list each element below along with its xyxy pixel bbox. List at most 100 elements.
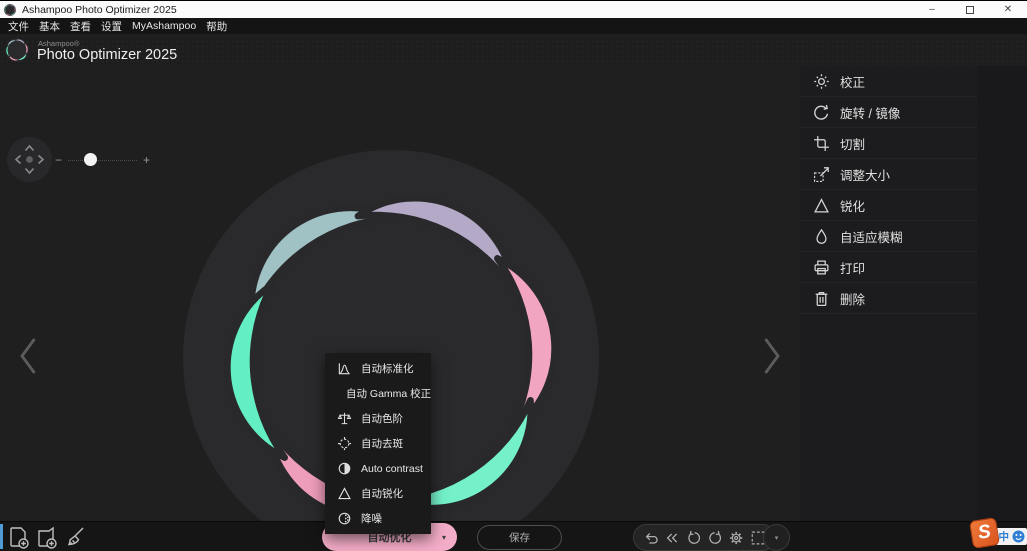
menu-item-auto-gamma[interactable]: 自动 Gamma 校正: [325, 381, 431, 406]
rotate-right-icon[interactable]: [707, 529, 723, 547]
pan-center-dot: [26, 156, 33, 163]
chevron-down-icon[interactable]: ▾: [442, 533, 446, 542]
rotate-mirror-icon: [813, 104, 830, 121]
sidebar-edge-panel: [977, 66, 1027, 521]
accent-bar: [0, 524, 3, 549]
menu-myashampoo[interactable]: MyAshampoo: [132, 20, 196, 32]
bottom-toolbar: 自动优化 ▾ 保存: [0, 521, 1027, 551]
menu-help[interactable]: 帮助: [206, 19, 227, 34]
sidebar-item-label: 旋转 / 镜像: [840, 103, 900, 122]
maximize-icon: [966, 6, 974, 14]
menu-view[interactable]: 查看: [70, 19, 91, 34]
sidebar-item-delete[interactable]: 删除: [800, 283, 977, 314]
resize-icon: [813, 166, 830, 183]
pan-down-icon: [26, 169, 34, 174]
pan-control[interactable]: [7, 137, 52, 182]
add-images-button[interactable]: [35, 525, 60, 550]
menu-item-label: 自动锐化: [361, 486, 403, 501]
auto-optimize-menu: 自动标准化 自动 Gamma 校正 自动色阶 自动去斑: [325, 353, 431, 534]
menu-item-auto-normalize[interactable]: 自动标准化: [325, 356, 431, 381]
brand-product: Photo Optimizer 2025: [37, 47, 177, 63]
menu-item-label: 自动 Gamma 校正: [346, 386, 431, 401]
ime-emoji-icon[interactable]: [1012, 530, 1025, 543]
auto-sharpen-icon: [337, 486, 352, 501]
menu-file[interactable]: 文件: [8, 19, 29, 34]
history-dropdown-button[interactable]: ▾: [763, 524, 790, 551]
save-label: 保存: [509, 530, 530, 545]
undo-all-icon[interactable]: [664, 529, 680, 547]
close-button[interactable]: ✕: [989, 1, 1027, 18]
menu-basic[interactable]: 基本: [39, 19, 60, 34]
menu-item-label: Auto contrast: [361, 463, 423, 475]
add-file-icon: [11, 528, 28, 548]
gear-icon[interactable]: [728, 529, 744, 547]
add-image-button[interactable]: [7, 525, 32, 550]
pan-right-icon: [39, 156, 44, 164]
maximize-button[interactable]: [951, 1, 989, 18]
add-files-icon: [39, 528, 56, 548]
window-title: Ashampoo Photo Optimizer 2025: [22, 4, 177, 16]
sidebar-item-crop[interactable]: 切割: [800, 128, 977, 159]
rotate-left-icon[interactable]: [686, 529, 702, 547]
clean-button[interactable]: [62, 525, 87, 550]
sidebar-item-label: 打印: [840, 258, 865, 277]
header-brand-strip: Ashampoo® Photo Optimizer 2025: [0, 34, 1027, 66]
menu-item-auto-sharpen[interactable]: 自动锐化: [325, 481, 431, 506]
ime-sogou-logo[interactable]: S: [969, 517, 1000, 549]
printer-icon: [813, 259, 830, 276]
zoom-knob[interactable]: [84, 153, 97, 166]
droplet-icon: [813, 228, 830, 245]
trash-icon: [813, 290, 830, 307]
undo-icon[interactable]: [643, 529, 659, 547]
zoom-track[interactable]: [68, 160, 137, 161]
brand-swirl-icon: [5, 38, 29, 62]
sogou-s-icon: S: [977, 521, 993, 545]
minimize-button[interactable]: –: [913, 1, 951, 18]
ime-toolbar[interactable]: 中: [996, 528, 1027, 545]
menu-item-denoise[interactable]: 降噪: [325, 506, 431, 531]
sidebar-item-correction[interactable]: 校正: [800, 66, 977, 97]
history-tools-group: [633, 524, 776, 551]
contrast-icon: [337, 461, 352, 476]
sidebar-item-sharpen[interactable]: 锐化: [800, 190, 977, 221]
sidebar-item-rotate-mirror[interactable]: 旋转 / 镜像: [800, 97, 977, 128]
zoom-slider[interactable]: − +: [55, 152, 150, 168]
menu-settings[interactable]: 设置: [101, 19, 122, 34]
save-button[interactable]: 保存: [477, 525, 562, 550]
sidebar-item-label: 调整大小: [840, 165, 890, 184]
sidebar-item-print[interactable]: 打印: [800, 252, 977, 283]
menu-item-auto-despeckle[interactable]: 自动去斑: [325, 431, 431, 456]
next-image-button[interactable]: [762, 336, 782, 376]
pan-left-icon: [16, 156, 21, 164]
broom-icon: [69, 528, 83, 545]
app-logo-icon: [4, 4, 16, 16]
sidebar-item-adaptive-blur[interactable]: 自适应模糊: [800, 221, 977, 252]
chevron-left-icon: [22, 339, 35, 373]
histogram-icon: [337, 361, 352, 376]
menu-item-label: 降噪: [361, 511, 382, 526]
previous-image-button[interactable]: [18, 336, 38, 376]
menu-item-auto-contrast[interactable]: Auto contrast: [325, 456, 431, 481]
pan-up-icon: [26, 146, 34, 151]
sharpen-icon: [813, 197, 830, 214]
levels-scale-icon: [337, 411, 352, 426]
tools-sidebar: 校正 旋转 / 镜像 切割 调整大小: [800, 66, 1027, 521]
ime-language-indicator[interactable]: 中: [999, 529, 1010, 544]
despeckle-icon: [337, 436, 352, 451]
sidebar-item-label: 校正: [840, 72, 865, 91]
menu-item-label: 自动标准化: [361, 361, 414, 376]
chevron-down-icon: ▾: [775, 534, 779, 542]
chevron-right-icon: [766, 339, 779, 373]
sidebar-item-label: 切割: [840, 134, 865, 153]
sidebar-item-label: 自适应模糊: [840, 227, 903, 246]
crop-icon: [813, 135, 830, 152]
sidebar-item-label: 删除: [840, 289, 865, 308]
menu-item-label: 自动色阶: [361, 411, 403, 426]
zoom-in-icon[interactable]: +: [143, 153, 150, 167]
sidebar-item-resize[interactable]: 调整大小: [800, 159, 977, 190]
zoom-out-icon[interactable]: −: [55, 153, 62, 167]
app-window: Ashampoo Photo Optimizer 2025 – ✕ 文件 基本 …: [0, 0, 1027, 551]
menu-item-label: 自动去斑: [361, 436, 403, 451]
menu-item-auto-levels[interactable]: 自动色阶: [325, 406, 431, 431]
sidebar-item-label: 锐化: [840, 196, 865, 215]
